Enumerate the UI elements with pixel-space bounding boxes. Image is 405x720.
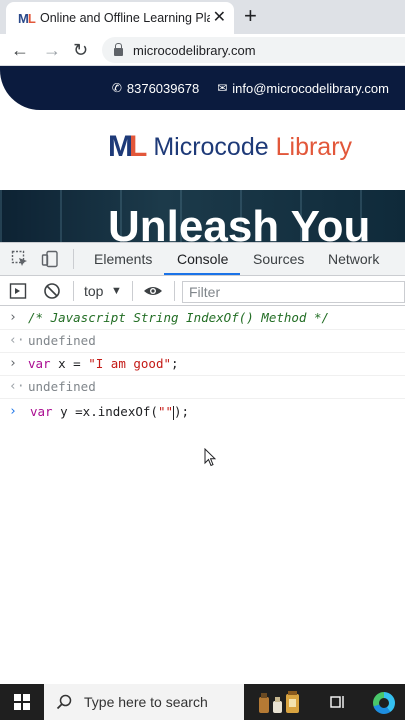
devtools-panel: Elements Console Sources Network top ▼ F… — [0, 242, 405, 684]
phone-icon: ✆ — [111, 81, 122, 95]
taskbar-search-box[interactable]: Type here to search — [44, 684, 244, 720]
console-result: undefined — [28, 333, 96, 348]
console-prompt[interactable]: › var y =x.indexOf(""); — [0, 399, 405, 425]
browser-toolbar: ← → ↻ microcodelibrary.com — [0, 34, 405, 66]
arrow-right-icon[interactable]: → — [43, 38, 61, 62]
web-page: ✆ 8376039678 ✉ info@microcodelibrary.com… — [0, 66, 405, 242]
clear-console-icon[interactable] — [43, 282, 61, 300]
code-keyword: var — [30, 404, 53, 419]
search-icon — [56, 694, 72, 710]
address-bar[interactable]: microcodelibrary.com — [102, 37, 405, 63]
mail-icon: ✉ — [217, 81, 228, 95]
logo-text-first: Microcode — [153, 132, 269, 161]
code-identifier: y =x.indexOf( — [52, 404, 158, 419]
console-result: undefined — [28, 379, 96, 394]
code-keyword: var — [28, 356, 51, 371]
logo-mark-icon: ML — [108, 130, 147, 163]
phone-number: 8376039678 — [126, 80, 200, 96]
windows-start-icon[interactable] — [14, 694, 30, 710]
hero-heading: Unleash You — [108, 202, 371, 242]
inspect-element-icon[interactable] — [11, 250, 29, 268]
console-input-line: › var x = "I am good"; — [0, 353, 405, 376]
chevron-right-icon: › — [9, 310, 17, 325]
tab-network[interactable]: Network — [328, 251, 379, 267]
tab-elements[interactable]: Elements — [94, 251, 152, 267]
toolbar-divider — [174, 281, 175, 301]
reload-icon[interactable]: ↻ — [73, 38, 88, 62]
url-text: microcodelibrary.com — [133, 42, 256, 58]
active-tab-indicator — [164, 273, 240, 275]
console-code: /* Javascript String IndexOf() Method */ — [28, 310, 330, 325]
phone-contact[interactable]: ✆ 8376039678 — [112, 81, 199, 96]
email-contact[interactable]: ✉ info@microcodelibrary.com — [217, 81, 389, 96]
return-arrow-icon: ‹· — [9, 379, 25, 394]
logo-text: Microcode Library — [153, 133, 352, 162]
show-sidebar-icon[interactable] — [9, 282, 27, 300]
device-toolbar-icon[interactable] — [41, 250, 59, 268]
prompt-chevron-icon: › — [9, 404, 17, 419]
dropdown-arrow-icon[interactable]: ▼ — [111, 285, 122, 297]
arrow-left-icon[interactable]: ← — [11, 38, 29, 62]
plus-icon[interactable]: + — [244, 4, 257, 28]
code-identifier: x = — [50, 356, 89, 371]
toolbar-divider — [73, 281, 74, 301]
console-toolbar: top ▼ Filter — [0, 276, 405, 306]
console-result-line: ‹· undefined — [0, 376, 405, 399]
toolbar-divider — [73, 249, 74, 269]
jars-app-icon[interactable] — [254, 688, 304, 716]
browser-tab[interactable]: ML Online and Offline Learning Platf ✕ — [6, 2, 234, 34]
logo-text-second: Library — [275, 132, 353, 161]
close-icon[interactable]: ✕ — [213, 8, 226, 28]
return-arrow-icon: ‹· — [9, 333, 25, 348]
windows-taskbar: Type here to search — [0, 684, 405, 720]
code-punctuation: ; — [171, 356, 179, 371]
browser-tab-strip: ML Online and Offline Learning Platf ✕ + — [0, 0, 405, 34]
console-filter-input[interactable]: Filter — [182, 281, 405, 303]
code-string: "I am good" — [88, 356, 172, 371]
console-result-line: ‹· undefined — [0, 330, 405, 353]
screen: ML Online and Offline Learning Platf ✕ +… — [0, 0, 405, 720]
devtools-tab-bar: Elements Console Sources Network — [0, 243, 405, 276]
eye-icon[interactable] — [143, 282, 163, 300]
chevron-right-icon: › — [9, 356, 17, 371]
code-punctuation: ); — [174, 404, 190, 419]
edge-browser-icon[interactable] — [373, 692, 395, 714]
console-input-line: › /* Javascript String IndexOf() Method … — [0, 307, 405, 330]
mouse-pointer-icon — [204, 448, 216, 467]
code-string: "" — [157, 404, 173, 419]
tab-title: Online and Offline Learning Platf — [40, 11, 210, 25]
console-output: › /* Javascript String IndexOf() Method … — [0, 307, 405, 425]
search-placeholder: Type here to search — [84, 694, 208, 710]
hero-banner: Unleash You — [0, 190, 405, 242]
site-favicon-icon: ML — [18, 10, 36, 26]
context-selector[interactable]: top — [84, 283, 103, 299]
tab-console[interactable]: Console — [177, 251, 228, 267]
task-view-icon[interactable] — [330, 694, 346, 710]
contact-banner: ✆ 8376039678 ✉ info@microcodelibrary.com — [0, 66, 405, 110]
lock-icon — [114, 42, 123, 56]
site-logo[interactable]: ML Microcode Library — [108, 130, 352, 164]
email-address: info@microcodelibrary.com — [232, 80, 389, 96]
tab-sources[interactable]: Sources — [253, 251, 304, 267]
toolbar-divider — [132, 281, 133, 301]
